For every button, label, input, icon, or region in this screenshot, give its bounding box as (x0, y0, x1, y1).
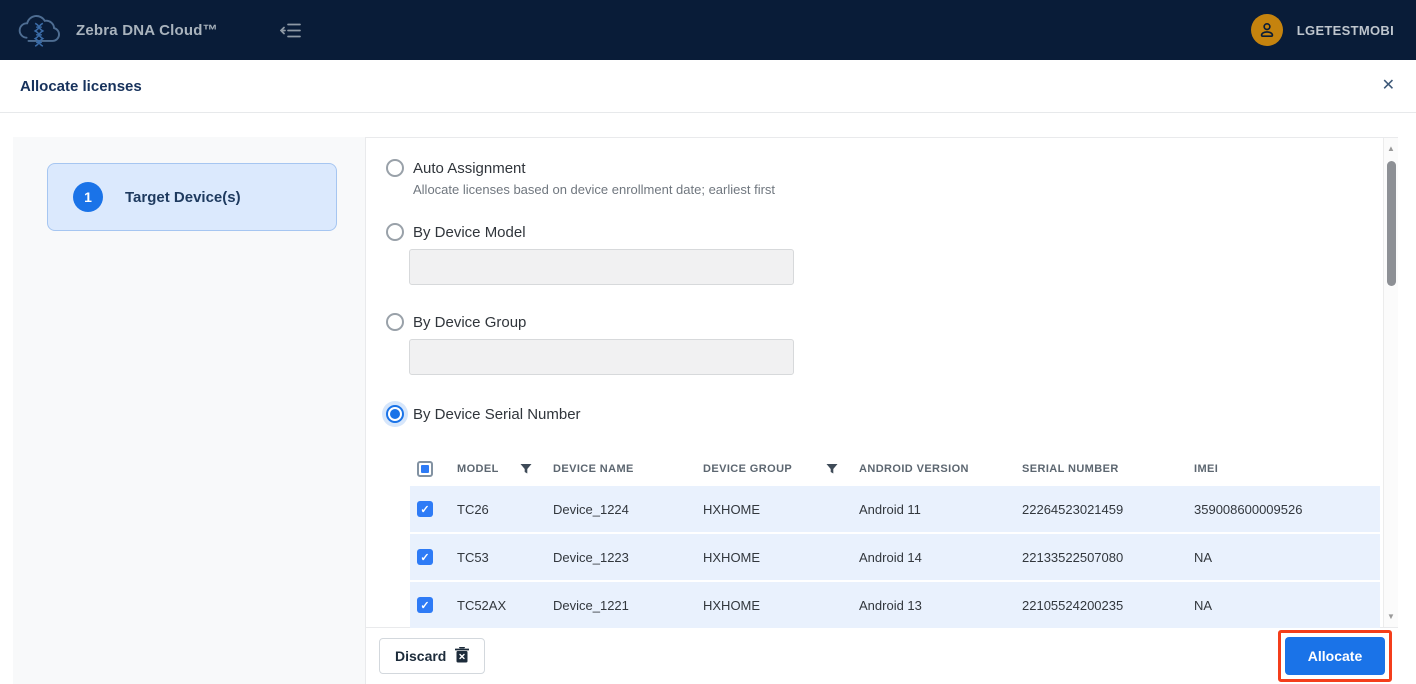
discard-button-label: Discard (395, 648, 447, 664)
cell-android-version: Android 14 (859, 549, 922, 565)
auto-assignment-radio[interactable] (386, 159, 404, 177)
step-label: Target Device(s) (125, 188, 241, 206)
table-row[interactable]: ✓ TC52AX Device_1221 HXHOME Android 13 2… (410, 582, 1380, 628)
select-all-checkbox[interactable] (417, 460, 433, 477)
app-header: Zebra DNA Cloud™ LGETESTMOBI (0, 0, 1416, 60)
cell-serial-number: 22133522507080 (1022, 549, 1124, 565)
model-filter-icon[interactable] (520, 463, 532, 475)
allocate-highlight-box: Allocate (1278, 630, 1392, 682)
row-checkbox[interactable]: ✓ (417, 501, 433, 517)
cell-android-version: Android 11 (859, 501, 921, 517)
col-device-group: DEVICE GROUP (703, 462, 793, 475)
cell-model: TC53 (457, 549, 489, 565)
device-group-label[interactable]: By Device Group (413, 314, 526, 331)
steps-panel: 1 Target Device(s) (13, 137, 365, 684)
row-checkbox[interactable]: ✓ (417, 597, 433, 613)
device-model-input[interactable] (409, 249, 794, 285)
main-panel: Auto Assignment Allocate licenses based … (365, 137, 1398, 684)
auto-assignment-description: Allocate licenses based on device enroll… (413, 182, 776, 197)
col-imei: IMEI (1194, 462, 1219, 475)
app-title: Zebra DNA Cloud™ (76, 21, 218, 39)
dialog-footer: Discard Allocate (366, 628, 1398, 684)
vertical-scrollbar[interactable]: ▲ ▼ (1383, 138, 1398, 627)
device-group-input[interactable] (409, 339, 794, 375)
cell-device-group: HXHOME (703, 549, 761, 565)
col-device-name: DEVICE NAME (553, 462, 634, 475)
option-by-device-group: By Device Group (386, 313, 1398, 331)
cell-serial-number: 22105524200235 (1022, 597, 1124, 613)
option-auto-assignment: Auto Assignment (386, 159, 1398, 177)
scrollbar-thumb[interactable] (1387, 161, 1396, 286)
collapse-sidebar-icon[interactable] (279, 22, 302, 39)
device-model-radio[interactable] (386, 223, 404, 241)
cell-device-group: HXHOME (703, 501, 761, 517)
table-row[interactable]: ✓ TC53 Device_1223 HXHOME Android 14 221… (410, 534, 1380, 580)
col-serial-number: SERIAL NUMBER (1022, 462, 1119, 475)
cell-android-version: Android 13 (859, 597, 922, 613)
person-icon (1260, 22, 1274, 37)
cell-device-group: HXHOME (703, 597, 761, 613)
cell-imei: 359008600009526 (1194, 501, 1303, 517)
device-table-header: MODEL DEVICE NAME DEVICE GROUP ANDROID V… (410, 451, 1380, 486)
close-icon[interactable]: ✕ (1382, 78, 1395, 94)
cell-device-name: Device_1224 (553, 501, 629, 517)
device-table: MODEL DEVICE NAME DEVICE GROUP ANDROID V… (410, 451, 1380, 628)
col-model: MODEL (457, 462, 499, 475)
device-serial-radio[interactable] (386, 405, 404, 423)
cell-model: TC52AX (457, 597, 507, 613)
scroll-up-icon[interactable]: ▲ (1384, 144, 1398, 153)
auto-assignment-label[interactable]: Auto Assignment (413, 160, 526, 177)
step-target-devices[interactable]: 1 Target Device(s) (47, 163, 337, 231)
zebra-dna-cloud-logo-icon (16, 8, 62, 52)
device-group-radio[interactable] (386, 313, 404, 331)
cell-imei: NA (1194, 549, 1213, 565)
cell-imei: NA (1194, 597, 1213, 613)
scroll-down-icon[interactable]: ▼ (1384, 612, 1398, 621)
row-checkbox[interactable]: ✓ (417, 549, 433, 565)
cell-model: TC26 (457, 501, 489, 517)
cell-device-name: Device_1223 (553, 549, 629, 565)
dialog-content: 1 Target Device(s) Auto Assignment Alloc… (0, 113, 1416, 684)
option-by-device-serial: By Device Serial Number (386, 405, 1398, 423)
trash-icon (454, 646, 470, 666)
device-serial-label[interactable]: By Device Serial Number (413, 406, 581, 423)
table-row[interactable]: ✓ TC26 Device_1224 HXHOME Android 11 222… (410, 486, 1380, 532)
cell-serial-number: 22264523021459 (1022, 501, 1124, 517)
user-avatar[interactable] (1250, 14, 1283, 46)
cell-device-name: Device_1221 (553, 597, 629, 613)
col-android-version: ANDROID VERSION (859, 462, 969, 475)
dialog-title: Allocate licenses (20, 77, 142, 95)
username-label: LGETESTMOBI (1296, 22, 1394, 38)
options-scroll-area: Auto Assignment Allocate licenses based … (366, 137, 1398, 628)
discard-button[interactable]: Discard (379, 638, 486, 674)
device-model-label[interactable]: By Device Model (413, 224, 526, 241)
device-group-filter-icon[interactable] (826, 463, 838, 475)
dialog-titlebar: Allocate licenses ✕ (0, 60, 1416, 113)
step-number-badge: 1 (73, 182, 103, 212)
allocate-button[interactable]: Allocate (1285, 637, 1385, 675)
option-by-device-model: By Device Model (386, 223, 1398, 241)
